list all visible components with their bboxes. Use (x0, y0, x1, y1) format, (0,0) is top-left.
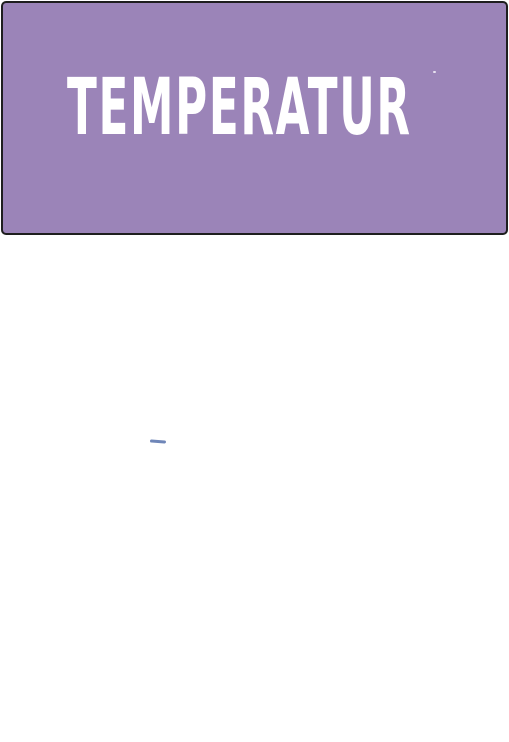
speck-mark (433, 71, 436, 73)
title-banner: TEMPERATUR (1, 1, 508, 235)
banner-title: TEMPERATUR (67, 63, 412, 153)
small-blue-stroke (149, 439, 167, 444)
